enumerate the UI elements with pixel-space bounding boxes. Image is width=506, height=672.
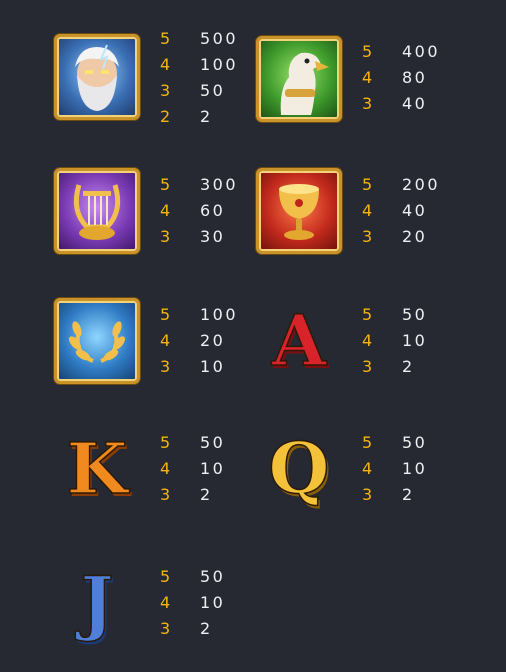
- pay-value: 10: [402, 459, 428, 478]
- pay-count: 4: [160, 201, 173, 220]
- eagle-icon: [256, 36, 342, 122]
- pay-value: 2: [200, 619, 213, 638]
- pay-value: 10: [200, 459, 226, 478]
- pay-value: 2: [200, 485, 213, 504]
- pay-value: 50: [200, 81, 226, 100]
- letter-a-icon: A: [271, 298, 327, 383]
- pay-count: 5: [160, 175, 173, 194]
- pay-value: 50: [200, 433, 226, 452]
- pay-value: 10: [200, 357, 226, 376]
- pay-count: 4: [160, 331, 173, 350]
- pay-count: 3: [362, 94, 375, 113]
- pay-value: 50: [402, 305, 428, 324]
- pay-count: 5: [160, 433, 173, 452]
- pay-count: 4: [362, 459, 375, 478]
- pay-count: 5: [362, 42, 375, 61]
- pay-value: 40: [402, 201, 428, 220]
- pay-count: 4: [362, 68, 375, 87]
- pay-count: 5: [160, 567, 173, 586]
- pay-value: 50: [402, 433, 428, 452]
- laurel-wreath-icon: [54, 298, 140, 384]
- harp-icon: [54, 168, 140, 254]
- zeus-icon: [54, 34, 140, 120]
- pay-count: 3: [160, 227, 173, 246]
- pay-count: 3: [160, 357, 173, 376]
- pay-value: 100: [200, 55, 239, 74]
- pay-value: 40: [402, 94, 428, 113]
- pay-count: 5: [362, 433, 375, 452]
- pay-count: 5: [362, 305, 375, 324]
- pay-count: 3: [160, 619, 173, 638]
- pay-count: 3: [362, 357, 375, 376]
- pay-value: 10: [402, 331, 428, 350]
- pay-value: 500: [200, 29, 239, 48]
- pay-value: 300: [200, 175, 239, 194]
- pay-value: 100: [200, 305, 239, 324]
- pay-count: 5: [362, 175, 375, 194]
- pay-count: 5: [160, 29, 173, 48]
- pay-count: 4: [362, 331, 375, 350]
- pay-value: 400: [402, 42, 441, 61]
- pay-count: 4: [160, 55, 173, 74]
- pay-count: 3: [160, 485, 173, 504]
- pay-count: 4: [160, 459, 173, 478]
- letter-k-icon: K: [66, 426, 128, 511]
- pay-count: 4: [362, 201, 375, 220]
- pay-count: 3: [362, 227, 375, 246]
- chalice-icon: [256, 168, 342, 254]
- pay-value: 50: [200, 567, 226, 586]
- pay-value: 30: [200, 227, 226, 246]
- pay-value: 2: [402, 357, 415, 376]
- pay-count: 4: [160, 593, 173, 612]
- pay-value: 20: [402, 227, 428, 246]
- pay-value: 80: [402, 68, 428, 87]
- pay-value: 2: [200, 107, 213, 126]
- pay-value: 60: [200, 201, 226, 220]
- letter-j-icon: J: [80, 560, 115, 645]
- pay-count: 5: [160, 305, 173, 324]
- pay-count: 3: [160, 81, 173, 100]
- pay-count: 2: [160, 107, 173, 126]
- pay-value: 200: [402, 175, 441, 194]
- pay-count: 3: [362, 485, 375, 504]
- letter-q-icon: Q: [268, 426, 330, 511]
- pay-value: 10: [200, 593, 226, 612]
- pay-value: 2: [402, 485, 415, 504]
- pay-value: 20: [200, 331, 226, 350]
